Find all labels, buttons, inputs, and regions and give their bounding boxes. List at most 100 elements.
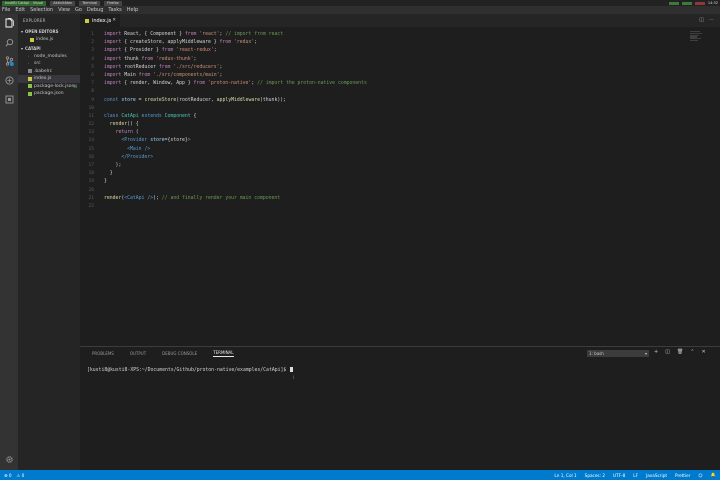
language-mode[interactable]: JavaScript (646, 473, 667, 478)
code-line[interactable]: import { createStore, applyMiddleware } … (104, 39, 664, 47)
clock: 14:32 (707, 1, 718, 5)
code-token: 'redux-thunk' (153, 56, 194, 62)
tab-index-js[interactable]: index.js ✕ (80, 14, 120, 27)
cursor-position[interactable]: Ln 1, Col 1 (554, 473, 576, 478)
code-line[interactable]: import rootReducer from './src/reducers'… (104, 64, 664, 72)
code-token: React, { Component } (121, 32, 185, 37)
chevron-right-icon: › (28, 53, 30, 58)
tree-item-src[interactable]: › src (18, 60, 80, 68)
code-line[interactable]: } (104, 170, 664, 178)
trash-icon[interactable]: 🗑 (677, 349, 683, 355)
menu-go[interactable]: Go (75, 7, 82, 13)
tab-problems[interactable]: PROBLEMS (92, 351, 114, 356)
code-token: // and finally render your main componen… (158, 195, 281, 201)
extensions-icon[interactable] (4, 94, 14, 104)
search-icon[interactable] (4, 37, 14, 47)
code-line[interactable] (104, 88, 664, 96)
folder-section[interactable]: ▾ CATAPI (18, 44, 80, 53)
indentation[interactable]: Spaces: 2 (585, 473, 605, 478)
code-token: import (104, 48, 122, 54)
taskbar-window-3[interactable]: Terminal (79, 0, 101, 6)
code-line[interactable]: const store = createStore(rootReducer, a… (104, 97, 664, 105)
taskbar-window-4[interactable]: Firefox (104, 0, 122, 6)
tab-label: index.js (92, 17, 112, 24)
menu-tasks[interactable]: Tasks (108, 7, 121, 13)
split-terminal-icon[interactable]: ◫ (665, 349, 670, 355)
code-line[interactable]: </Provider> (104, 154, 664, 162)
code-line[interactable] (104, 105, 664, 113)
tree-item-package-lock[interactable]: package-lock.json M (18, 83, 80, 91)
tree-item-package-json[interactable]: package.json (18, 90, 80, 98)
activity-bar (0, 14, 18, 470)
menu-file[interactable]: File (2, 7, 10, 13)
debug-icon[interactable] (4, 75, 14, 85)
code-line[interactable]: import Main from './src/components/main'… (104, 72, 664, 80)
code-token: 'react-redux' (173, 48, 214, 54)
code-token: { render, Window, App } (121, 81, 194, 87)
menu-selection[interactable]: Selection (30, 7, 53, 13)
tree-item-node-modules[interactable]: › node_modules (18, 53, 80, 61)
menu-view[interactable]: View (58, 7, 70, 13)
taskbar-window-1[interactable]: kustiBi CatApi - Visual (2, 0, 47, 6)
line-number: 14 (88, 138, 94, 144)
open-editor-item[interactable]: index.js (18, 36, 80, 44)
code-line[interactable]: <Provider store={store}> (104, 137, 664, 145)
explorer-icon[interactable] (4, 18, 14, 28)
open-editors-section[interactable]: ▾ OPEN EDITORS (18, 27, 80, 36)
close-icon[interactable]: ✕ (112, 18, 116, 23)
code-line[interactable]: <Main /> (104, 146, 664, 154)
smiley-icon[interactable]: ☺ (698, 473, 702, 478)
code-token: import (104, 40, 122, 46)
code-line[interactable] (104, 187, 664, 195)
line-number: 1 (91, 32, 94, 37)
menu-debug[interactable]: Debug (87, 7, 103, 13)
code-line[interactable]: return ( (104, 129, 664, 137)
code-line[interactable]: import thunk from 'redux-thunk'; (104, 56, 664, 64)
gear-icon[interactable] (4, 454, 14, 464)
terminal-output[interactable]: [kusti8@kusti8-XPS:~/Documents/Github/pr… (87, 367, 293, 373)
tree-item-babelrc[interactable]: .babelrc (18, 68, 80, 76)
code-line[interactable] (104, 203, 664, 211)
add-terminal-icon[interactable]: + (654, 349, 658, 355)
warnings-indicator[interactable]: ⚠ 0 (17, 473, 25, 478)
split-editor-icon[interactable]: ◫ (699, 17, 704, 23)
code-line[interactable]: ); (104, 162, 664, 170)
close-icon[interactable]: ✕ (702, 349, 706, 355)
source-control-icon[interactable] (4, 56, 14, 66)
tab-debug-console[interactable]: DEBUG CONSOLE (162, 351, 197, 356)
code-line[interactable]: class CatApi extends Component { (104, 113, 664, 121)
code-token: import (104, 81, 122, 87)
chevron-up-icon[interactable]: ⌃ (690, 349, 694, 355)
code-line[interactable]: render() { (104, 121, 664, 129)
code-line[interactable]: import { Provider } from 'react-redux'; (104, 47, 664, 55)
bottom-panel: PROBLEMS OUTPUT DEBUG CONSOLE TERMINAL 1… (80, 346, 720, 470)
errors-indicator[interactable]: ⊗ 0 (4, 473, 12, 478)
formatter[interactable]: Prettier (675, 473, 690, 478)
code-token: (thunk)); (260, 97, 286, 103)
code-token: from (141, 56, 154, 62)
terminal-select[interactable]: 1: bash ▾ (587, 350, 649, 357)
terminal-cursor (290, 367, 293, 372)
code-line[interactable]: render(<CatApi />); // and finally rende… (104, 195, 664, 203)
code-editor[interactable]: 1 2 3 4 5 6 7 8 9 10 11 12 13 14 15 16 17 18 19 20 21 22 impo… (80, 27, 720, 346)
end-of-line[interactable]: LF (633, 473, 638, 478)
taskbar-window-2[interactable]: Aktivitäten (50, 0, 76, 6)
code-line[interactable]: import { render, Window, App } from 'pro… (104, 80, 664, 88)
terminal-prompt: [kusti8@kusti8-XPS:~/Documents/Github/pr… (87, 368, 290, 373)
code-token: store (147, 138, 165, 144)
tree-item-index-js[interactable]: index.js (18, 75, 80, 83)
code-token: (rootReducer, (176, 97, 217, 103)
code-line[interactable]: } (104, 178, 664, 186)
minimap[interactable] (690, 31, 706, 51)
menu-edit[interactable]: Edit (15, 7, 25, 13)
more-actions-icon[interactable]: ⋯ (709, 17, 714, 23)
code-content[interactable]: import React, { Component } from 'react'… (104, 31, 664, 211)
tab-terminal[interactable]: TERMINAL (213, 350, 234, 357)
encoding[interactable]: UTF-8 (613, 473, 625, 478)
menu-help[interactable]: Help (127, 7, 138, 13)
bell-icon[interactable]: 🔔 (711, 472, 716, 478)
code-line[interactable]: import React, { Component } from 'react'… (104, 31, 664, 39)
tab-output[interactable]: OUTPUT (130, 351, 146, 356)
line-number: 16 (88, 154, 94, 160)
chevron-down-icon: ▾ (644, 351, 647, 356)
